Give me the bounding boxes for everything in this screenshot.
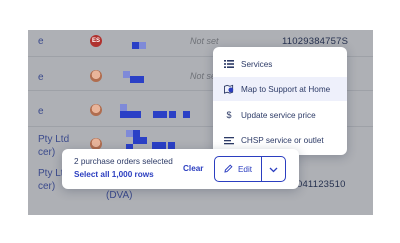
table-cell-marker bbox=[169, 111, 176, 118]
menu-item-services[interactable]: Services bbox=[213, 52, 347, 76]
menu-item-label: CHSP service or outlet bbox=[241, 135, 324, 145]
edit-split-button: Edit bbox=[214, 156, 286, 182]
table-cell-marker bbox=[132, 42, 139, 49]
selection-count: 2 purchase orders selected bbox=[74, 157, 173, 166]
table-cell-marker bbox=[127, 111, 134, 118]
dollar-icon: $ bbox=[226, 110, 232, 120]
menu-item-label: Map to Support at Home bbox=[241, 84, 331, 94]
menu-item-label: Update service price bbox=[241, 110, 316, 120]
table-cell-marker bbox=[133, 130, 140, 137]
list-icon bbox=[224, 59, 234, 69]
table-cell-marker bbox=[120, 104, 127, 111]
table-cell-marker bbox=[139, 42, 146, 49]
table-cell-marker bbox=[133, 137, 140, 144]
table-cell-marker bbox=[126, 130, 133, 137]
clear-selection-button[interactable]: Clear bbox=[183, 164, 203, 173]
table-cell-marker bbox=[137, 76, 144, 83]
table-cell-marker bbox=[183, 111, 190, 118]
lines-icon bbox=[224, 135, 234, 145]
chevron-down-icon bbox=[269, 160, 278, 178]
menu-item-label: Services bbox=[241, 59, 273, 69]
bulk-action-bar: 2 purchase orders selected Select all 1,… bbox=[62, 149, 299, 189]
pencil-icon bbox=[224, 163, 233, 175]
edit-menu-toggle[interactable] bbox=[261, 157, 285, 181]
table-cell-marker bbox=[159, 142, 166, 149]
table-cell-marker bbox=[120, 111, 127, 118]
menu-item-map-support-at-home[interactable]: Map to Support at Home bbox=[213, 77, 347, 101]
table-cell-marker bbox=[140, 137, 147, 144]
table-cell-marker bbox=[123, 71, 130, 78]
table-cell-marker bbox=[134, 111, 141, 118]
menu-item-update-service-price[interactable]: $ Update service price bbox=[213, 103, 347, 127]
edit-dropdown-menu: Services Map to Support at Home $ Update… bbox=[213, 47, 347, 155]
edit-button[interactable]: Edit bbox=[215, 157, 261, 181]
table-cell-marker bbox=[168, 142, 175, 149]
table-cell-marker bbox=[153, 111, 160, 118]
table-cell-marker bbox=[152, 142, 159, 149]
map-pin-icon bbox=[224, 84, 234, 94]
select-all-link[interactable]: Select all 1,000 rows bbox=[74, 170, 154, 179]
edit-label: Edit bbox=[237, 164, 253, 174]
table-cell-marker bbox=[130, 76, 137, 83]
table-cell-marker bbox=[160, 111, 167, 118]
